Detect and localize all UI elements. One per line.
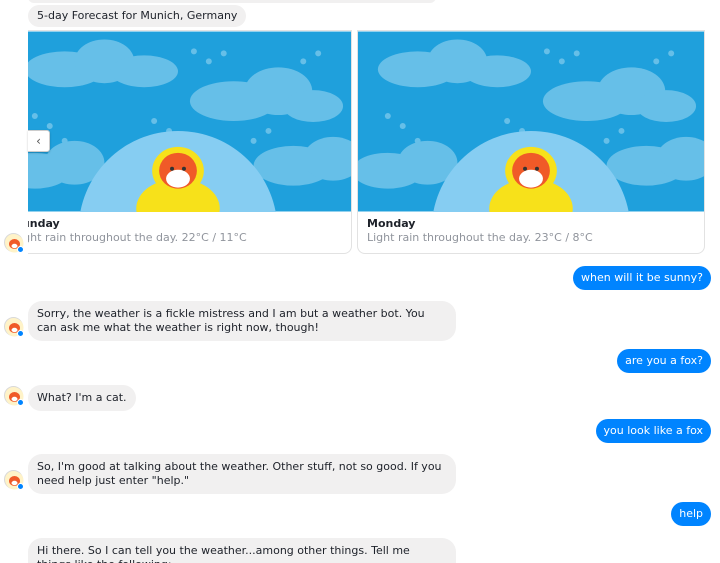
bot-message: So, I'm good at talking about the weathe… (28, 454, 456, 494)
messenger-badge-icon (17, 330, 24, 337)
user-message: help (671, 502, 711, 526)
chevron-left-icon: ‹ (36, 134, 41, 148)
forecast-header-bubble: 5-day Forecast for Munich, Germany (28, 5, 247, 27)
forecast-card-sunday[interactable]: Sunday Light rain throughout the day. 22… (28, 30, 352, 254)
forecast-description: Light rain throughout the day. 23°C / 8°… (367, 231, 593, 244)
bot-message: What? I'm a cat. (28, 385, 136, 411)
user-message: are you a fox? (617, 349, 711, 373)
message-text: you look like a fox (603, 424, 703, 437)
weather-illustration-rain (28, 31, 351, 212)
bot-avatar (4, 386, 24, 406)
bot-avatar (4, 470, 24, 490)
message-text: So, I'm good at talking about the weathe… (37, 460, 442, 487)
bot-message: Hi there. So I can tell you the weather.… (28, 538, 456, 563)
message-text: What? I'm a cat. (37, 391, 127, 404)
forecast-day-label: Monday (367, 217, 416, 230)
bot-avatar (4, 317, 24, 337)
message-text: when will it be sunny? (581, 271, 703, 284)
bot-message: Sorry, the weather is a fickle mistress … (28, 301, 456, 341)
message-text: help (679, 507, 703, 520)
message-text: Sorry, the weather is a fickle mistress … (37, 307, 425, 334)
forecast-description: Light rain throughout the day. 22°C / 11… (28, 231, 247, 244)
forecast-header-text: 5-day Forecast for Munich, Germany (37, 9, 238, 22)
message-text: are you a fox? (625, 354, 703, 367)
bot-avatar (4, 233, 24, 253)
user-message: when will it be sunny? (573, 266, 711, 290)
weather-illustration-rain (358, 31, 704, 212)
forecast-card-monday[interactable]: Monday Light rain throughout the day. 23… (357, 30, 705, 254)
user-message: you look like a fox (595, 419, 711, 443)
message-text: Hi there. So I can tell you the weather.… (37, 544, 410, 563)
forecast-day-label: Sunday (28, 217, 60, 230)
previous-message-bubble (28, 0, 436, 3)
messenger-badge-icon (17, 399, 24, 406)
messenger-badge-icon (17, 246, 24, 253)
carousel-prev-button[interactable]: ‹ (28, 130, 50, 152)
messenger-badge-icon (17, 483, 24, 490)
forecast-carousel[interactable]: Sunday Light rain throughout the day. 22… (28, 30, 720, 256)
